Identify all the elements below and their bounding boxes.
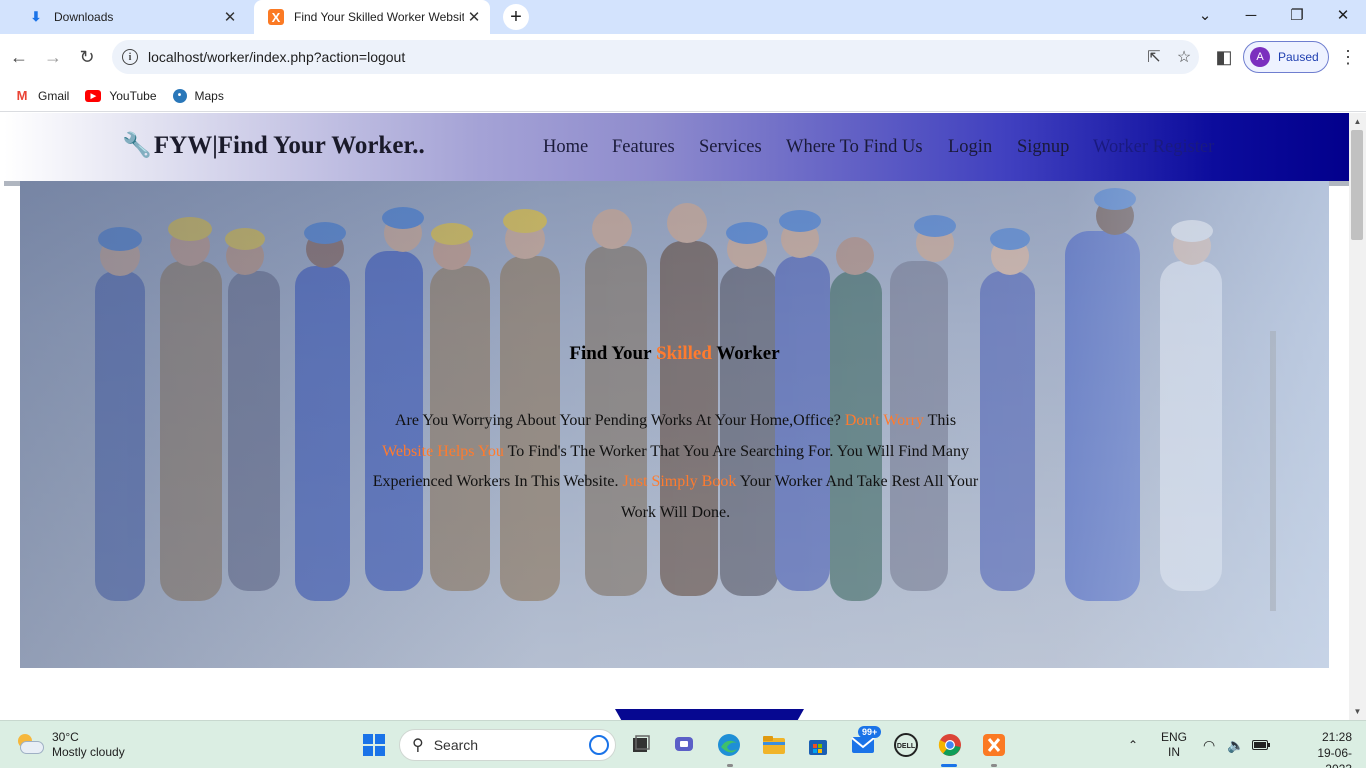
scroll-up-icon[interactable]: ▲ [1349, 113, 1366, 130]
chrome-icon[interactable] [935, 730, 965, 760]
running-indicator [727, 764, 733, 767]
site-navbar: 🔧 FYW|Find Your Worker.. Home Features S… [4, 113, 1349, 181]
running-indicator [991, 764, 997, 767]
page-scrollbar[interactable]: ▲ ▼ [1349, 113, 1366, 720]
teams-chat-icon[interactable] [670, 730, 700, 760]
bookmark-maps[interactable]: • Maps [172, 88, 224, 103]
avatar: A [1250, 47, 1270, 67]
battery-icon[interactable] [1252, 721, 1270, 768]
site-logo[interactable]: 🔧 FYW|Find Your Worker.. [122, 131, 425, 160]
close-icon[interactable]: ✕ [464, 7, 484, 27]
hero-title-accent: Skilled [655, 343, 712, 364]
mail-notification-badge: 99+ [858, 726, 882, 738]
lang-text: ENG [1161, 730, 1188, 744]
taskbar-search[interactable]: ⚲ Search [399, 729, 616, 761]
microsoft-store-icon[interactable] [803, 730, 833, 760]
browser-toolbar: ← → ↻ i localhost/worker/index.php?actio… [0, 34, 1366, 80]
nav-home[interactable]: Home [543, 137, 588, 158]
tray-overflow-chevron-icon[interactable]: ⌃ [1128, 721, 1138, 768]
bookmark-label: YouTube [109, 88, 157, 103]
maps-icon: • [172, 88, 187, 103]
language-indicator[interactable]: ENG IN [1161, 721, 1187, 768]
reload-icon[interactable]: ↻ [73, 43, 101, 71]
site-info-icon[interactable]: i [122, 49, 138, 65]
bing-icon [589, 735, 609, 755]
hero-description: Are You Worrying About Your Pending Work… [372, 406, 979, 528]
url-text[interactable]: localhost/worker/index.php?action=logout [148, 49, 1139, 65]
edge-icon[interactable] [714, 730, 744, 760]
wifi-icon[interactable]: ◠ [1203, 721, 1215, 768]
tab-strip: ⬇ Downloads ✕ X Find Your Skilled Worker… [0, 0, 1366, 34]
nav-signup[interactable]: Signup [1017, 137, 1069, 158]
profile-status: Paused [1278, 50, 1319, 64]
clock-time: 21:28 [1321, 730, 1352, 744]
more-menu-icon[interactable]: ⋮ [1334, 43, 1362, 71]
hero-title-text: Worker [711, 343, 780, 364]
scroll-down-icon[interactable]: ▼ [1349, 703, 1366, 720]
volume-icon[interactable]: 🔈 [1227, 721, 1244, 768]
side-panel-icon[interactable]: ◧ [1210, 43, 1238, 71]
bookmark-youtube[interactable]: ▶ YouTube [85, 88, 157, 103]
youtube-icon: ▶ [85, 89, 102, 102]
share-icon[interactable]: ⇱ [1139, 47, 1169, 67]
nav-features[interactable]: Features [612, 137, 675, 158]
bookmark-label: Gmail [38, 88, 70, 103]
wrench-icon: 🔧 [122, 133, 152, 159]
hero-text-part: Are You Worrying About Your Pending Work… [394, 412, 845, 429]
tab-downloads[interactable]: ⬇ Downloads ✕ [14, 0, 246, 34]
close-window-button[interactable]: ✕ [1320, 0, 1366, 30]
minimize-button[interactable]: ─ [1228, 0, 1274, 30]
hero-title: Find Your Skilled Worker [20, 343, 1329, 365]
logo-text: FYW|Find Your Worker.. [153, 131, 425, 159]
tab-search-chevron-icon[interactable]: ⌄ [1182, 0, 1228, 30]
hero-title-text: Find Your [569, 343, 656, 364]
region-text: IN [1168, 745, 1180, 759]
file-explorer-icon[interactable] [759, 730, 789, 760]
weather-temp: 30°C [52, 730, 79, 744]
active-app-indicator [941, 764, 957, 767]
hero-accent-website-helps: Website Helps You [382, 442, 504, 460]
dell-icon[interactable]: DELL [891, 730, 921, 760]
hero-accent-dont-worry: Don't Worry [844, 412, 924, 429]
clock-date: 19-06-2023 [1317, 746, 1352, 768]
nav-services[interactable]: Services [699, 137, 762, 158]
bookmark-label: Maps [194, 88, 224, 103]
gmail-icon: M [16, 88, 28, 103]
tab-find-worker[interactable]: X Find Your Skilled Worker Websit ✕ [254, 0, 490, 34]
windows-taskbar: 30°C Mostly cloudy ⚲ Search 99+ DELL ⌃ E… [0, 720, 1366, 768]
nav-worker-register[interactable]: Worker Register [1093, 137, 1214, 158]
hero-banner: Find Your Skilled Worker Are You Worryin… [20, 181, 1329, 668]
weather-desc: Mostly cloudy [52, 745, 125, 759]
system-clock[interactable]: 21:28 19-06-2023 [1302, 729, 1352, 768]
forward-arrow-icon[interactable]: → [39, 43, 67, 71]
xampp-icon: X [268, 9, 284, 25]
search-icon: ⚲ [412, 737, 424, 754]
xampp-taskbar-icon[interactable] [979, 730, 1009, 760]
nav-where-to-find-us[interactable]: Where To Find Us [786, 137, 923, 158]
task-view-icon[interactable] [626, 730, 656, 760]
tab-label: Downloads [54, 10, 114, 24]
new-tab-button[interactable]: + [503, 4, 529, 30]
windows-start-icon[interactable] [359, 730, 389, 760]
scroll-thumb[interactable] [1351, 130, 1363, 240]
section-heading-shape [615, 709, 804, 720]
tab-label: Find Your Skilled Worker Websit [294, 10, 464, 24]
hero-accent-simply-book: Just Simply Book [622, 473, 737, 490]
weather-widget[interactable]: 30°C Mostly cloudy [16, 730, 125, 760]
hero-text-part: This [923, 412, 957, 429]
bookmarks-bar: M Gmail ▶ YouTube • Maps [0, 80, 1366, 112]
bookmark-star-icon[interactable]: ☆ [1169, 47, 1199, 67]
svg-text:DELL: DELL [897, 743, 916, 750]
restore-button[interactable]: ❐ [1274, 0, 1320, 30]
search-placeholder: Search [433, 737, 479, 753]
web-page: 🔧 FYW|Find Your Worker.. Home Features S… [0, 113, 1366, 720]
address-bar[interactable]: i localhost/worker/index.php?action=logo… [112, 40, 1199, 74]
download-icon: ⬇ [30, 9, 42, 24]
close-icon[interactable]: ✕ [220, 7, 240, 27]
bookmark-gmail[interactable]: M Gmail [14, 88, 70, 103]
profile-button[interactable]: A Paused [1243, 41, 1329, 73]
cloudy-weather-icon [16, 734, 44, 756]
back-arrow-icon[interactable]: ← [5, 43, 33, 71]
nav-login[interactable]: Login [948, 137, 992, 158]
